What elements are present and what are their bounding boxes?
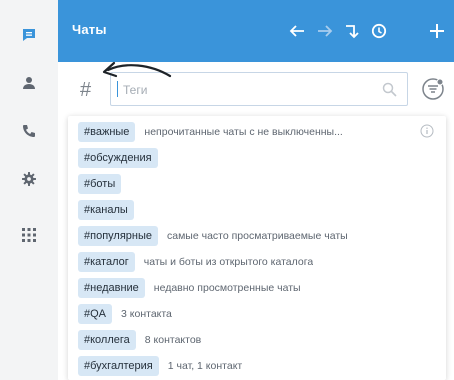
filter-icon <box>422 78 444 100</box>
forward-arrow-icon <box>318 25 333 37</box>
info-icon[interactable] <box>420 124 434 138</box>
tag-description: чаты и боты из открытого каталога <box>143 256 314 268</box>
tag-description: 3 контакта <box>121 308 172 320</box>
apps-grid-icon <box>22 228 36 242</box>
tag-search-box[interactable] <box>110 72 408 107</box>
tag-description: самые часто просматриваемые чаты <box>167 230 348 242</box>
forward-button[interactable] <box>314 18 336 44</box>
tag-chip: #QA <box>78 304 113 324</box>
app-header: Чаты <box>58 0 454 62</box>
hash-tag-label: # <box>80 79 92 101</box>
tag-chip: #недавние <box>78 278 145 298</box>
tag-chip: #коллега <box>78 330 136 350</box>
tag-suggestions-dropdown: #важные непрочитанные чаты с не выключен… <box>68 116 446 380</box>
back-button[interactable] <box>286 18 308 44</box>
tag-description: 1 чат, 1 контакт <box>167 360 243 372</box>
chat-icon <box>23 29 35 41</box>
main-content: # #важные непрочитанные чаты с не выключ… <box>58 62 454 380</box>
page-title: Чаты <box>72 22 107 37</box>
tag-row[interactable]: #популярные самые часто просматриваемые … <box>78 225 348 247</box>
tag-description: недавно просмотренные чаты <box>153 282 301 294</box>
tag-row[interactable]: #каналы <box>78 199 143 221</box>
phone-icon <box>23 125 35 137</box>
tag-description: 8 контактов <box>144 334 202 346</box>
tag-description: непрочитанные чаты с не выключенны... <box>144 126 343 138</box>
filter-button[interactable] <box>420 76 446 102</box>
tag-row[interactable]: #коллега 8 контактов <box>78 329 201 351</box>
rail-item-contacts[interactable] <box>0 64 58 102</box>
nav-rail <box>0 0 59 380</box>
move-icon <box>346 25 359 39</box>
tag-row[interactable]: #бухгалтерия 1 чат, 1 контакт <box>78 355 242 377</box>
rail-item-calls[interactable] <box>0 112 58 150</box>
history-icon <box>371 23 387 39</box>
tag-chip: #боты <box>78 174 122 194</box>
tag-row[interactable]: #недавние недавно просмотренные чаты <box>78 277 301 299</box>
back-arrow-icon <box>289 25 304 37</box>
add-button[interactable] <box>426 18 448 44</box>
settings-icon <box>22 172 36 186</box>
rail-item-settings[interactable] <box>0 160 58 198</box>
tag-row[interactable]: #боты <box>78 173 130 195</box>
tag-chip: #важные <box>78 122 136 142</box>
rail-item-chats[interactable] <box>0 16 58 54</box>
tag-chip: #бухгалтерия <box>78 356 159 376</box>
tag-row[interactable]: #важные непрочитанные чаты с не выключен… <box>78 121 343 143</box>
tag-chip: #обсуждения <box>78 148 158 168</box>
tag-row[interactable]: #каталог чаты и боты из открытого катало… <box>78 251 313 273</box>
move-button[interactable] <box>342 18 362 44</box>
tag-chip: #каталог <box>78 252 135 272</box>
tag-chip: #популярные <box>78 226 158 246</box>
search-icon <box>382 82 397 97</box>
tag-row[interactable]: #QA 3 контакта <box>78 303 172 325</box>
text-cursor <box>117 81 118 97</box>
tag-chip: #каналы <box>78 200 134 220</box>
contacts-icon <box>23 77 35 89</box>
rail-item-apps[interactable] <box>0 216 58 254</box>
history-button[interactable] <box>368 18 390 44</box>
plus-icon <box>430 24 444 38</box>
tag-row[interactable]: #обсуждения <box>78 147 167 169</box>
tag-search-input[interactable] <box>121 73 375 107</box>
